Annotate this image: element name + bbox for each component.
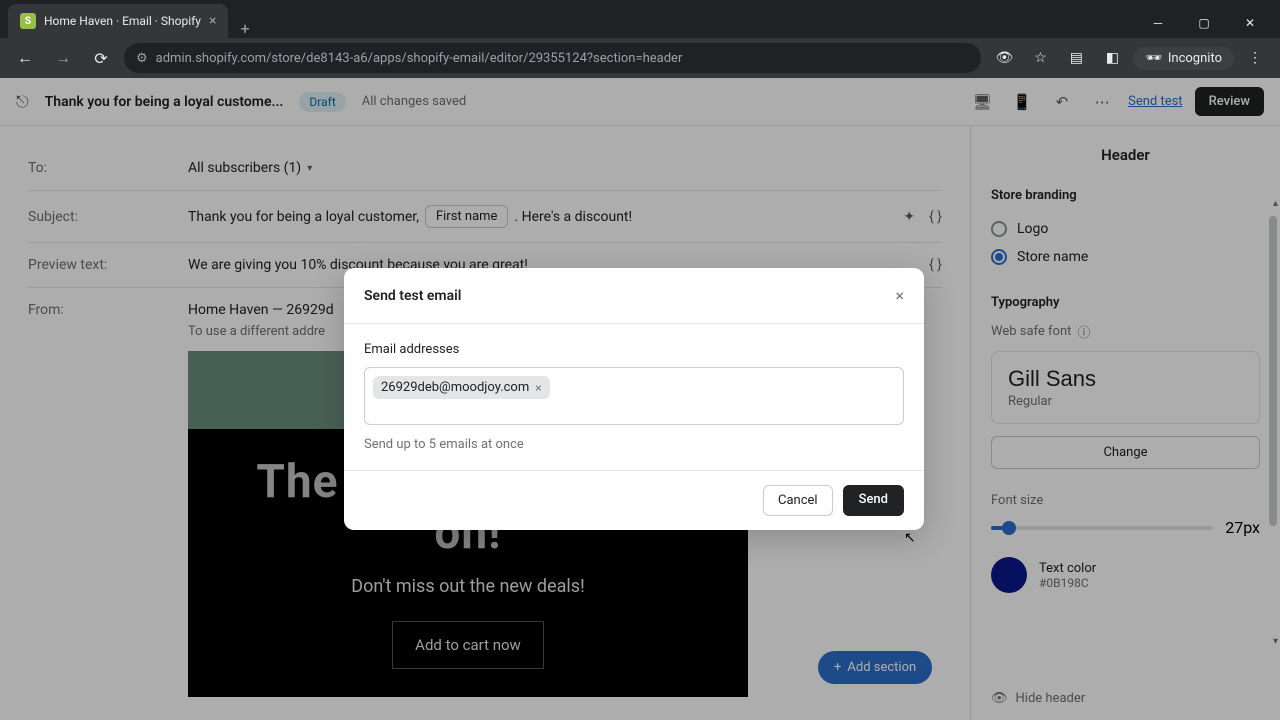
browser-tab-strip: S Home Haven · Email · Shopify × + ─ ▢ ✕ (0, 0, 1280, 38)
forward-icon[interactable]: → (48, 43, 78, 73)
tab-title: Home Haven · Email · Shopify (44, 14, 201, 28)
close-window-icon[interactable]: ✕ (1228, 8, 1272, 38)
send-test-modal: Send test email × Email addresses 26929d… (344, 268, 924, 530)
remove-chip-icon[interactable]: × (535, 381, 541, 395)
browser-toolbar: ← → ⟳ ⚙ admin.shopify.com/store/de8143-a… (0, 38, 1280, 78)
minimize-icon[interactable]: ─ (1136, 8, 1180, 38)
extensions-icon[interactable]: ▤ (1061, 43, 1091, 73)
menu-icon[interactable]: ⋮ (1240, 43, 1270, 73)
back-icon[interactable]: ← (10, 43, 40, 73)
modal-hint: Send up to 5 emails at once (364, 437, 904, 452)
email-addresses-label: Email addresses (364, 342, 904, 357)
star-icon[interactable]: ☆ (1025, 43, 1055, 73)
close-icon[interactable]: × (895, 286, 904, 305)
browser-tab[interactable]: S Home Haven · Email · Shopify × (8, 4, 228, 38)
url-text: admin.shopify.com/store/de8143-a6/apps/s… (156, 51, 683, 66)
email-addresses-input[interactable]: 26929deb@moodjoy.com × (364, 367, 904, 425)
incognito-icon: 🕶 (1145, 51, 1162, 66)
send-button[interactable]: Send (843, 485, 904, 516)
site-settings-icon[interactable]: ⚙ (136, 51, 148, 66)
app-container: ⎋ Thank you for being a loyal custome...… (0, 78, 1280, 720)
shopify-favicon-icon: S (20, 13, 36, 29)
email-chip: 26929deb@moodjoy.com × (373, 376, 550, 399)
eye-off-icon[interactable]: 👁 (989, 43, 1019, 73)
window-controls: ─ ▢ ✕ (1136, 8, 1272, 38)
incognito-chip[interactable]: 🕶 Incognito (1133, 47, 1234, 70)
incognito-label: Incognito (1168, 51, 1222, 66)
url-bar[interactable]: ⚙ admin.shopify.com/store/de8143-a6/apps… (124, 43, 981, 73)
reload-icon[interactable]: ⟳ (86, 43, 116, 73)
sidepanel-icon[interactable]: ◧ (1097, 43, 1127, 73)
close-icon[interactable]: × (209, 13, 216, 29)
cancel-button[interactable]: Cancel (763, 485, 833, 516)
modal-title: Send test email (364, 288, 461, 304)
new-tab-button[interactable]: + (228, 19, 261, 38)
maximize-icon[interactable]: ▢ (1182, 8, 1226, 38)
